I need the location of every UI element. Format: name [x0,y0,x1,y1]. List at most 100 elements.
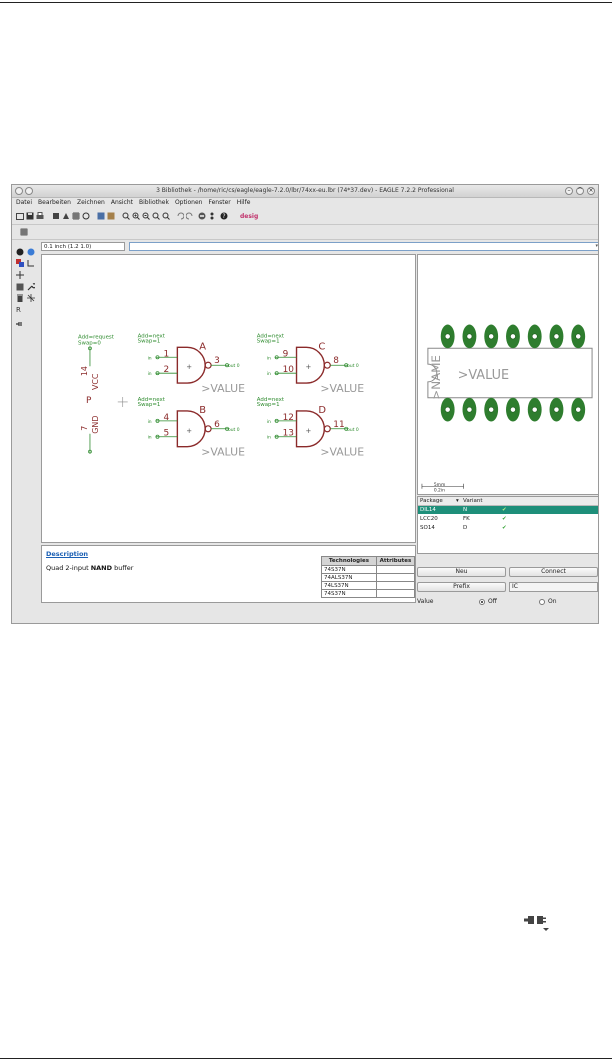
help-icon[interactable]: ? [220,212,228,220]
menu-datei[interactable]: Datei [16,198,32,208]
page-bottom-rule [0,1058,612,1059]
gates-layer: Add=nextSwap=1+Ainin123out 0>VALUEAdd=ne… [138,333,365,458]
minimize-icon[interactable]: – [565,187,573,195]
grid-icon[interactable] [72,212,80,220]
display-layers-icon[interactable] [16,259,24,267]
value-on-label[interactable]: On [548,598,557,605]
pad [571,324,586,349]
zoom-redraw-icon[interactable] [152,212,160,220]
command-input[interactable]: ▾ [129,242,598,251]
wrench-icon[interactable] [27,283,35,291]
info-icon[interactable] [16,248,24,256]
command-history-dropdown[interactable]: ▾ [595,243,598,249]
variant-column-header[interactable]: Variant [463,497,483,505]
pad [549,324,564,349]
inverter-bubble [323,425,331,433]
value-off-radio[interactable] [479,599,485,605]
pin-in-label: in [267,419,271,425]
technologies-header[interactable]: Technologies [321,556,377,566]
value-off-label[interactable]: Off [488,598,497,605]
gnd-label: GND [91,416,100,434]
menu-ansicht[interactable]: Ansicht [111,198,133,208]
gate-swap-text: Swap=1 [257,338,280,344]
grid-settings-icon[interactable] [20,228,28,236]
connect-icon[interactable] [16,320,24,328]
table-row[interactable]: 74LS37N [321,581,416,590]
package-outline [427,347,593,399]
eagle-window: 3 Bibliothek - /home/ric/cs/eagle/eagle-… [11,184,599,624]
table-row[interactable]: 74ALS37N [321,573,416,582]
frame-icon[interactable] [16,283,24,291]
value-on-radio[interactable] [539,599,545,605]
table-row[interactable]: 74S37N [321,589,416,598]
design-link-icon[interactable]: desig [240,212,262,220]
delete-icon[interactable] [16,294,24,302]
zoom-out-icon[interactable] [142,212,150,220]
pad [571,397,586,422]
attributes-header[interactable]: Attributes [375,556,416,566]
neu-button[interactable]: Neu [417,567,506,577]
table-row[interactable]: 74S37N [321,565,416,574]
show-icon[interactable] [27,248,35,256]
description-link[interactable]: Description [46,550,88,558]
value-label: Value [417,598,434,605]
save-icon[interactable] [26,212,34,220]
schematic-canvas[interactable]: Add=nextSwap=1+Ainin123out 0>VALUEAdd=ne… [41,254,416,543]
cam-icon[interactable] [52,212,60,220]
package-canvas[interactable]: >NAME >VALUE 5mm 0.2in [417,254,599,495]
zoom-in-icon[interactable] [132,212,140,220]
package-variant-list: Package ▾ Variant DIL14 N ✔ LCC20 FK ✔ S… [417,496,598,554]
name-tool-icon[interactable]: R [16,305,24,313]
maximize-icon[interactable]: ^ [576,187,584,195]
menu-bibliothek[interactable]: Bibliothek [139,198,169,208]
pin-out-label: out 0 [347,363,359,369]
open-icon[interactable] [16,212,24,220]
pin-number: 3 [214,356,220,366]
list-item[interactable]: SO14 D ✔ [418,524,598,532]
menu-hilfe[interactable]: Hilfe [237,198,251,208]
script-icon[interactable] [62,212,70,220]
ulp-icon[interactable] [82,212,90,220]
gate-value-text: >VALUE [320,446,364,459]
menu-fenster[interactable]: Fenster [208,198,230,208]
inverter-bubble [323,361,331,369]
stop-icon[interactable] [198,212,206,220]
menu-optionen[interactable]: Optionen [175,198,203,208]
menu-zeichnen[interactable]: Zeichnen [77,198,105,208]
nand-gate-a: Add=nextSwap=1+Ainin123out 0>VALUE [138,333,245,395]
power-p-label: P [86,396,92,406]
package-icon[interactable] [107,212,115,220]
zoom-fit-icon[interactable] [122,212,130,220]
prefix-field[interactable]: IC [509,582,598,592]
redo-icon[interactable] [186,212,194,220]
pin-number: 1 [163,349,169,359]
menu-bearbeiten[interactable]: Bearbeiten [38,198,71,208]
split-icon[interactable] [27,294,35,302]
zoom-select-icon[interactable] [162,212,170,220]
inverter-bubble [204,425,212,433]
list-item[interactable]: LCC20 FK ✔ [418,515,598,523]
pin-out-label: out 0 [347,427,359,433]
prefix-button[interactable]: Prefix [417,582,506,592]
scale-bar: 5mm 0.2in [421,482,464,494]
device-icon[interactable] [97,212,105,220]
pin-in-label: in [148,419,152,425]
mark-icon[interactable] [27,259,35,267]
connect-button[interactable]: Connect [509,567,598,577]
package-column-header[interactable]: Package [420,497,443,505]
close-icon[interactable]: × [587,187,595,195]
pin-number: 2 [163,365,169,375]
undo-icon[interactable] [176,212,184,220]
gate-value-text: >VALUE [201,446,245,459]
nand-gate-b: Add=nextSwap=1+Binin456out 0>VALUE [138,397,245,459]
main-toolbar: ? desig [12,209,598,225]
gate-swap-text: Swap=1 [257,402,280,408]
pin-in-label: in [148,435,152,441]
list-item[interactable]: DIL14 N ✔ [418,506,598,514]
print-icon[interactable] [36,212,44,220]
move-icon[interactable] [16,271,24,279]
gate-swap-text: Swap=1 [138,338,161,344]
pad [462,397,477,422]
gnd-pin-number: 7 [80,426,89,431]
go-icon[interactable] [208,212,216,220]
